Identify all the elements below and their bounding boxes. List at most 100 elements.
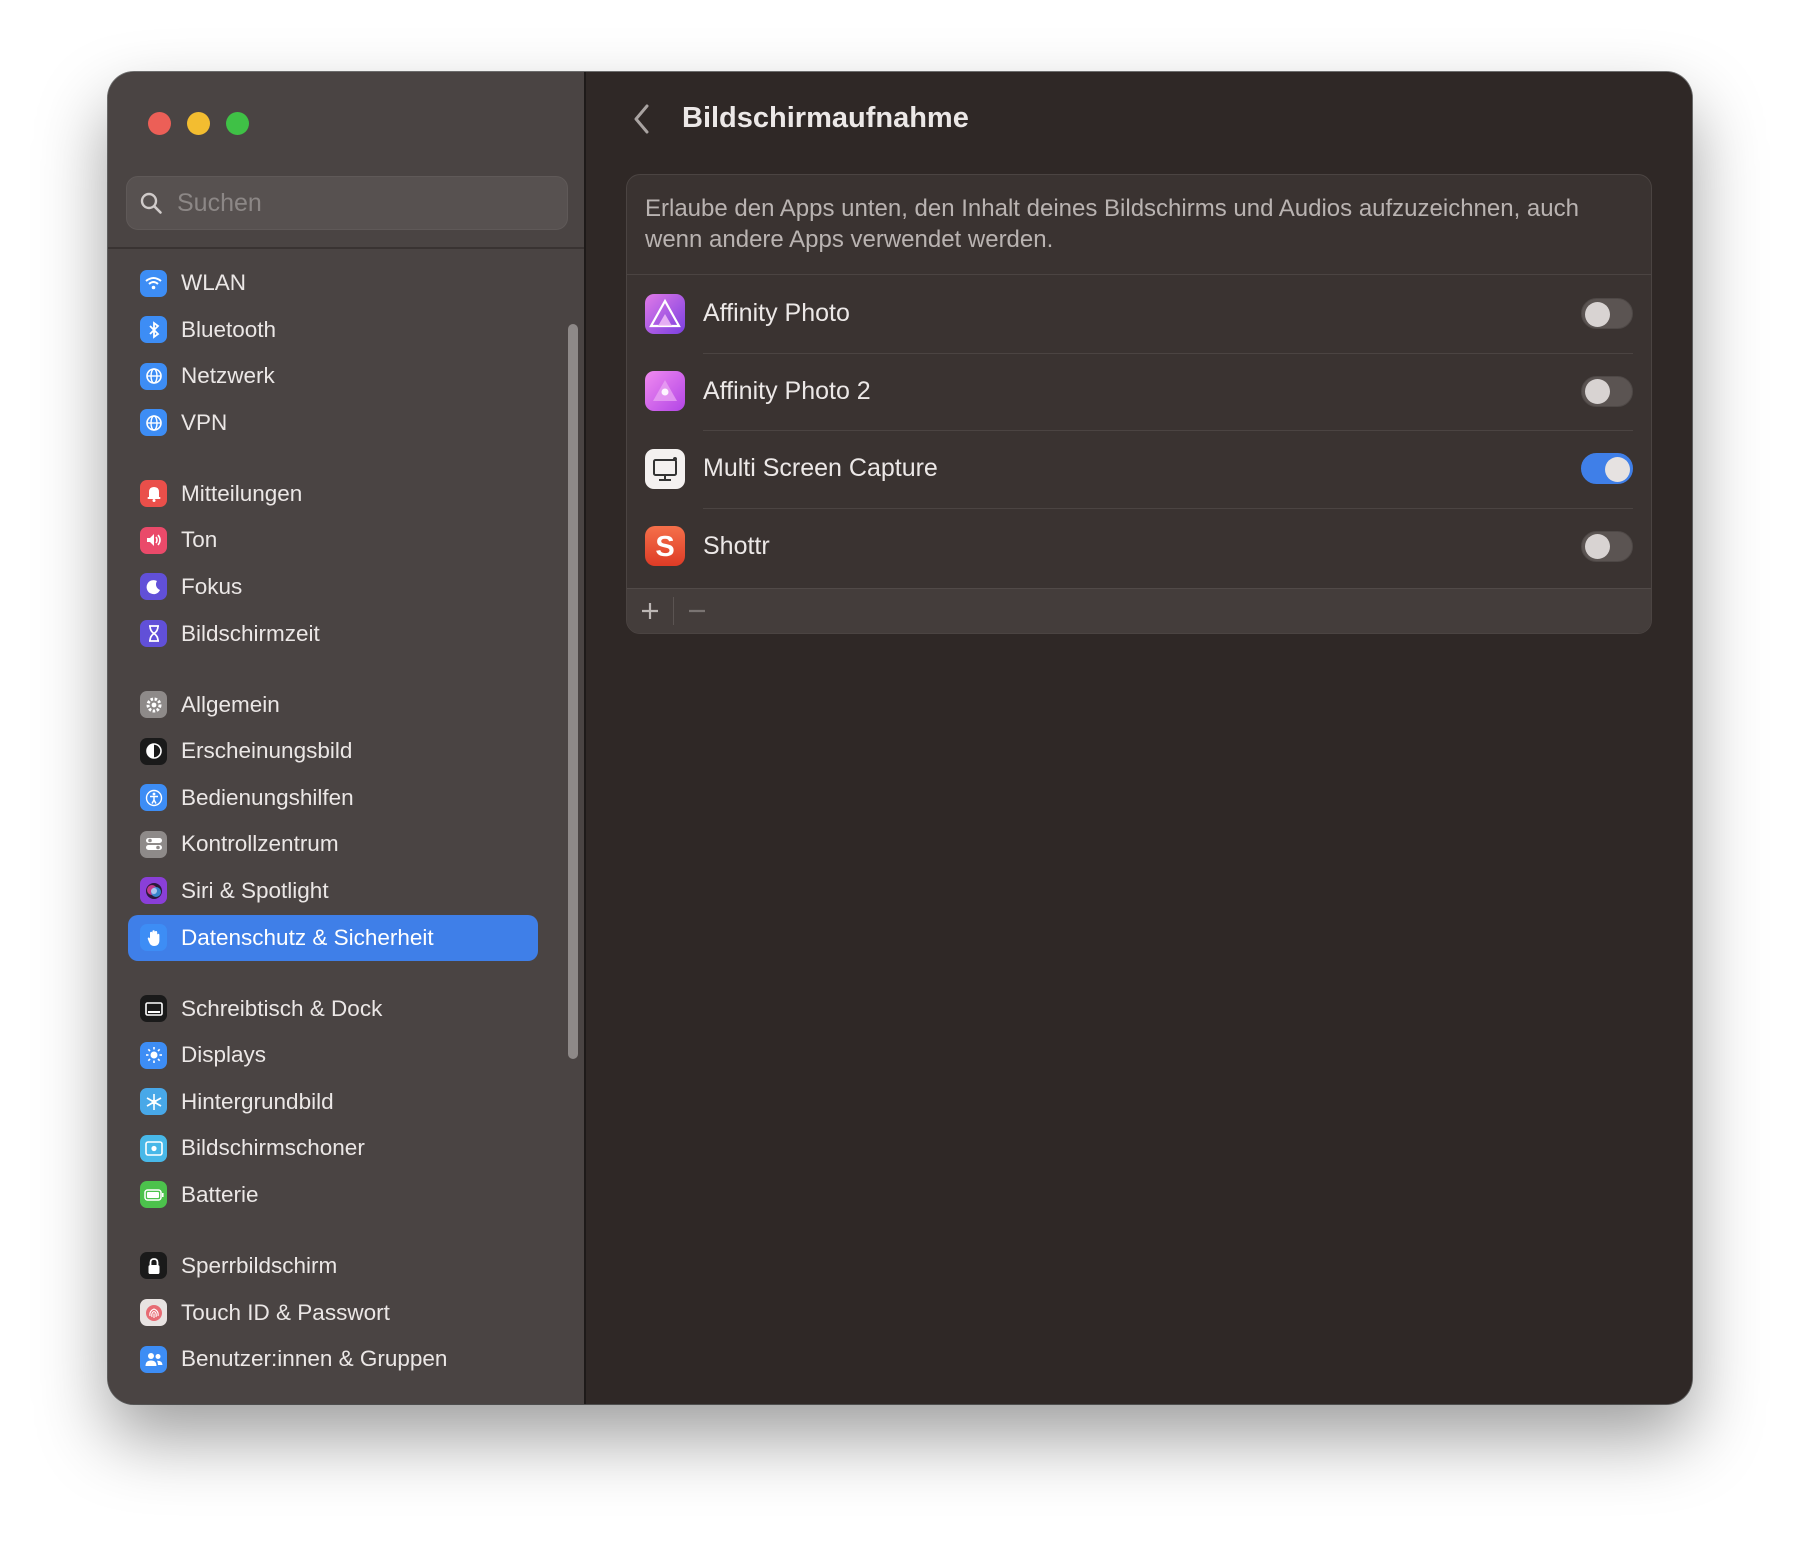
globe-icon xyxy=(140,362,167,390)
permission-description: Erlaube den Apps unten, den Inhalt deine… xyxy=(627,175,1651,275)
sidebar-item-fokus[interactable]: Fokus xyxy=(128,564,538,610)
app-row: Affinity Photo xyxy=(627,275,1651,353)
sidebar-item-label: Siri & Spotlight xyxy=(181,877,329,903)
sidebar-item-schreibtisch-dock[interactable]: Schreibtisch & Dock xyxy=(128,986,538,1032)
sidebar-item-label: Netzwerk xyxy=(181,363,275,389)
sidebar-item-vpn[interactable]: VPN xyxy=(128,400,538,446)
plus-icon xyxy=(642,603,658,619)
siri-icon xyxy=(140,877,167,905)
permission-toggle[interactable] xyxy=(1581,530,1633,562)
app-row: S Shottr xyxy=(627,507,1651,586)
zoom-window-button[interactable] xyxy=(226,112,249,135)
svg-text:S: S xyxy=(655,531,674,563)
sidebar-item-kontrollzentrum[interactable]: Kontrollzentrum xyxy=(128,821,538,867)
sidebar-item-label: Bildschirmzeit xyxy=(181,620,320,646)
page-title: Bildschirmaufnahme xyxy=(682,102,969,134)
sidebar-item-datenschutz-sicherheit[interactable]: Datenschutz & Sicherheit xyxy=(128,914,538,961)
sidebar-item-erscheinungsbild[interactable]: Erscheinungsbild xyxy=(128,728,538,774)
search-field[interactable] xyxy=(126,176,568,230)
wifi-icon xyxy=(140,269,167,297)
moon-icon xyxy=(140,573,167,601)
app-row: Affinity Photo 2 xyxy=(627,352,1651,431)
back-button[interactable] xyxy=(624,98,660,140)
sidebar-item-wlan[interactable]: WLAN xyxy=(128,260,538,306)
sidebar-item-label: Allgemein xyxy=(181,691,280,717)
sidebar-item-label: Kontrollzentrum xyxy=(181,831,339,857)
users-icon xyxy=(140,1345,167,1373)
sidebar: WLAN Bluetooth Netzwerk VPN Mitteilungen Ton F… xyxy=(108,72,586,1404)
remove-app-button[interactable] xyxy=(674,589,720,633)
sidebar-item-label: Datenschutz & Sicherheit xyxy=(181,924,434,950)
bell-icon xyxy=(140,480,167,508)
vpn-globe-icon xyxy=(140,409,167,437)
lock-icon xyxy=(140,1252,167,1280)
sidebar-item-label: Fokus xyxy=(181,573,243,599)
screensaver-icon xyxy=(140,1134,167,1162)
search-icon xyxy=(140,192,162,214)
affinity-photo-2-icon xyxy=(645,371,685,412)
app-name: Shottr xyxy=(703,531,770,560)
sidebar-item-label: Benutzer:innen & Gruppen xyxy=(181,1346,448,1372)
shottr-icon: S xyxy=(645,526,685,567)
hourglass-icon xyxy=(140,620,167,648)
gear-icon xyxy=(140,691,167,719)
fingerprint-icon xyxy=(140,1299,167,1326)
speaker-icon xyxy=(140,526,167,554)
sidebar-item-label: WLAN xyxy=(181,270,247,295)
settings-window: WLAN Bluetooth Netzwerk VPN Mitteilungen Ton F… xyxy=(108,72,1692,1404)
sidebar-divider xyxy=(108,247,584,249)
sidebar-item-netzwerk[interactable]: Netzwerk xyxy=(128,353,538,399)
toggle-knob xyxy=(1585,379,1610,405)
sidebar-item-benutzer-innen-gruppen[interactable]: Benutzer:innen & Gruppen xyxy=(128,1336,538,1382)
sidebar-item-label: Bedienungshilfen xyxy=(181,784,354,810)
add-app-button[interactable] xyxy=(627,589,673,633)
sidebar-item-bluetooth[interactable]: Bluetooth xyxy=(128,307,538,353)
sidebar-item-displays[interactable]: Displays xyxy=(128,1032,538,1078)
sidebar-item-label: Mitteilungen xyxy=(181,480,303,506)
sidebar-item-label: Sperrbildschirm xyxy=(181,1252,338,1278)
sidebar-item-mitteilungen[interactable]: Mitteilungen xyxy=(128,471,538,517)
battery-icon xyxy=(140,1181,167,1209)
snowflake-icon xyxy=(140,1088,167,1116)
sidebar-item-batterie[interactable]: Batterie xyxy=(128,1172,538,1218)
sidebar-item-allgemein[interactable]: Allgemein xyxy=(128,682,538,728)
app-list: Affinity Photo Affinity Photo 2 Multi Scre… xyxy=(627,275,1651,585)
sidebar-item-touch-id-passwort[interactable]: Touch ID & Passwort xyxy=(128,1290,538,1336)
sidebar-item-bildschirmschoner[interactable]: Bildschirmschoner xyxy=(128,1125,538,1171)
sidebar-item-sperrbildschirm[interactable]: Sperrbildschirm xyxy=(128,1243,538,1289)
sidebar-item-label: Schreibtisch & Dock xyxy=(181,995,383,1021)
sidebar-item-hintergrundbild[interactable]: Hintergrundbild xyxy=(128,1079,538,1125)
accessibility-icon xyxy=(140,784,167,812)
traffic-lights xyxy=(148,112,249,135)
main-content: Bildschirmaufnahme Erlaube den Apps unte… xyxy=(586,72,1692,1404)
app-name: Affinity Photo xyxy=(703,299,850,328)
sidebar-item-label: Hintergrundbild xyxy=(181,1088,334,1114)
sidebar-group: Allgemein Erscheinungsbild Bedienungshilfe… xyxy=(128,682,538,961)
permission-toggle[interactable] xyxy=(1581,453,1633,485)
hand-icon xyxy=(140,924,167,952)
chevron-left-icon xyxy=(634,104,649,134)
sidebar-scrollbar[interactable] xyxy=(568,324,578,1059)
multi-screen-capture-icon xyxy=(645,448,685,489)
search-input[interactable] xyxy=(175,187,539,219)
sidebar-item-siri-spotlight[interactable]: Siri & Spotlight xyxy=(128,868,538,914)
app-row: Multi Screen Capture xyxy=(627,430,1651,508)
sidebar-group: Mitteilungen Ton Fokus Bildschirmzeit xyxy=(128,471,538,657)
toggle-knob xyxy=(1605,456,1630,482)
sidebar-item-label: Touch ID & Passwort xyxy=(181,1299,390,1325)
minimize-window-button[interactable] xyxy=(187,112,210,135)
sidebar-item-bildschirmzeit[interactable]: Bildschirmzeit xyxy=(128,611,538,657)
close-window-button[interactable] xyxy=(148,112,171,135)
sidebar-item-label: Batterie xyxy=(181,1181,259,1207)
minus-icon xyxy=(689,609,705,613)
permission-toggle[interactable] xyxy=(1581,375,1633,407)
sidebar-item-ton[interactable]: Ton xyxy=(128,517,538,563)
sidebar-item-bedienungshilfen[interactable]: Bedienungshilfen xyxy=(128,775,538,821)
appearance-icon xyxy=(140,737,167,765)
bluetooth-icon xyxy=(140,316,167,344)
sidebar-item-label: VPN xyxy=(181,409,228,435)
sidebar-item-label: Ton xyxy=(181,527,218,553)
permission-toggle[interactable] xyxy=(1581,298,1633,330)
app-name: Multi Screen Capture xyxy=(703,454,938,483)
sidebar-list: WLAN Bluetooth Netzwerk VPN Mitteilungen Ton F… xyxy=(128,260,538,1404)
